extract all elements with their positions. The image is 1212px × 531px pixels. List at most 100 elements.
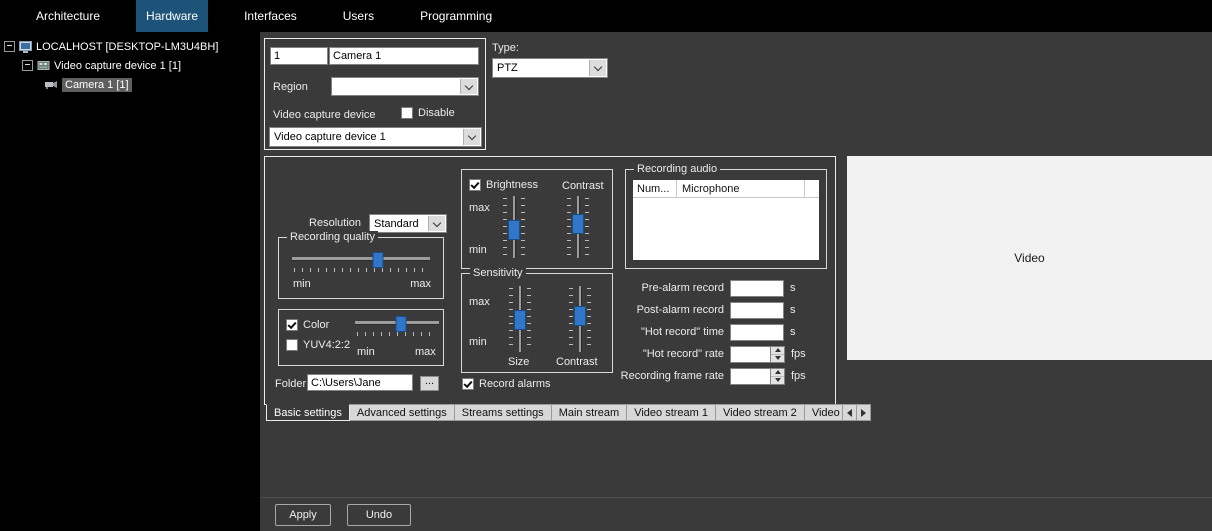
- capture-device-select[interactable]: Video capture device 1: [269, 127, 482, 147]
- hot-record-rate-field[interactable]: [730, 346, 771, 363]
- type-select[interactable]: PTZ: [492, 58, 608, 78]
- disable-checkbox[interactable]: [401, 107, 413, 119]
- footer-divider: [260, 497, 1212, 498]
- resolution-select[interactable]: Standard: [369, 214, 447, 233]
- slider-thumb[interactable]: [572, 214, 584, 234]
- tab-video-stream-2[interactable]: Video stream 2: [716, 404, 805, 421]
- browse-button[interactable]: ...: [420, 376, 439, 391]
- pre-alarm-record-field[interactable]: [730, 280, 784, 297]
- region-select[interactable]: [331, 77, 479, 96]
- recording-audio-group: Recording audio Num... Microphone: [625, 169, 827, 269]
- tab-interfaces[interactable]: Interfaces: [234, 0, 307, 32]
- settings-tabstrip: Basic settings Advanced settings Streams…: [266, 404, 871, 421]
- tab-advanced-settings[interactable]: Advanced settings: [350, 404, 455, 421]
- slider-thumb[interactable]: [372, 252, 383, 268]
- fps-unit-label: fps: [791, 348, 806, 360]
- tab-basic-settings[interactable]: Basic settings: [266, 404, 350, 421]
- seconds-unit-label: s: [790, 304, 796, 316]
- tab-users[interactable]: Users: [333, 0, 384, 32]
- post-alarm-record-label: Post-alarm record: [619, 304, 724, 316]
- region-label: Region: [273, 81, 308, 93]
- slider-ticks: [503, 198, 507, 256]
- chevron-down-icon[interactable]: [463, 129, 480, 145]
- color-checkbox[interactable]: [286, 319, 298, 331]
- tab-streams-settings[interactable]: Streams settings: [455, 404, 552, 421]
- folder-field[interactable]: [307, 374, 413, 391]
- camera-id-field[interactable]: [270, 47, 328, 65]
- spinner-down-icon[interactable]: [771, 377, 784, 384]
- slider-thumb[interactable]: [508, 220, 520, 240]
- brightness-contrast-group: Brightness Contrast max min: [461, 169, 613, 269]
- slider-ticks: [357, 332, 437, 336]
- recording-audio-table[interactable]: Num... Microphone: [633, 180, 819, 260]
- max-label: max: [415, 346, 436, 358]
- hot-record-rate-spinner: [771, 346, 785, 363]
- apply-button[interactable]: Apply: [275, 504, 331, 526]
- tab-architecture[interactable]: Architecture: [26, 0, 110, 32]
- sensitivity-group: Sensitivity max min Size Contrast: [461, 273, 613, 373]
- yuv-checkbox[interactable]: [286, 339, 298, 351]
- video-preview-panel: Video: [847, 156, 1212, 360]
- spinner-down-icon[interactable]: [771, 355, 784, 362]
- tree-item-localhost[interactable]: LOCALHOST [DESKTOP-LM3U4BH]: [0, 37, 260, 56]
- audio-col-num[interactable]: Num...: [633, 180, 677, 197]
- tab-scroll-right-icon[interactable]: [857, 404, 871, 421]
- record-alarms-row: Record alarms: [462, 378, 551, 390]
- post-alarm-record-field[interactable]: [730, 302, 784, 319]
- capture-device-value: Video capture device 1: [274, 131, 386, 143]
- spinner-up-icon[interactable]: [771, 347, 784, 355]
- browse-label: ...: [425, 375, 434, 387]
- contrast-slider[interactable]: [566, 196, 590, 258]
- tree-item-capture-device[interactable]: Video capture device 1 [1]: [0, 56, 260, 75]
- audio-col-microphone[interactable]: Microphone: [677, 180, 805, 197]
- recording-quality-group: Recording quality min max: [278, 237, 444, 299]
- brightness-slider[interactable]: [502, 196, 526, 258]
- recording-quality-slider[interactable]: [292, 252, 430, 272]
- max-label: max: [469, 202, 490, 214]
- hot-record-time-field[interactable]: [730, 324, 784, 341]
- brightness-checkbox[interactable]: [469, 179, 481, 191]
- color-label: Color: [303, 319, 329, 331]
- post-alarm-record-row: Post-alarm record s: [619, 301, 796, 319]
- spinner-up-icon[interactable]: [771, 369, 784, 377]
- slider-thumb[interactable]: [574, 306, 586, 326]
- brightness-checkbox-row: Brightness: [469, 179, 538, 191]
- slider-track: [292, 257, 430, 261]
- tab-programming[interactable]: Programming: [410, 0, 502, 32]
- slider-ticks: [569, 288, 573, 350]
- slider-thumb[interactable]: [514, 310, 526, 330]
- color-group: Color YUV4:2:2 min max: [278, 309, 444, 366]
- pre-alarm-record-label: Pre-alarm record: [619, 282, 724, 294]
- slider-thumb[interactable]: [396, 316, 407, 332]
- undo-button[interactable]: Undo: [347, 504, 411, 526]
- tab-hardware[interactable]: Hardware: [136, 0, 208, 32]
- tab-video-stream-1[interactable]: Video stream 1: [627, 404, 716, 421]
- camera-name-field[interactable]: [329, 47, 479, 65]
- chevron-down-icon[interactable]: [428, 216, 445, 231]
- hot-record-rate-label: "Hot record" rate: [619, 348, 724, 360]
- recording-frame-rate-field[interactable]: [730, 368, 771, 385]
- seconds-unit-label: s: [790, 326, 796, 338]
- record-alarms-checkbox[interactable]: [462, 378, 474, 390]
- tree-item-camera[interactable]: Camera 1 [1]: [0, 75, 260, 94]
- resolution-label: Resolution: [273, 217, 361, 229]
- type-value: PTZ: [497, 62, 518, 74]
- chevron-down-icon[interactable]: [589, 60, 606, 76]
- tab-main-stream[interactable]: Main stream: [552, 404, 628, 421]
- recording-quality-title: Recording quality: [287, 231, 378, 243]
- collapse-icon[interactable]: [22, 60, 33, 71]
- color-slider[interactable]: [355, 316, 439, 336]
- collapse-icon[interactable]: [4, 41, 15, 52]
- size-label: Size: [508, 356, 529, 368]
- tab-video-truncated[interactable]: Video: [805, 404, 843, 421]
- sensitivity-contrast-slider[interactable]: [568, 286, 592, 352]
- chevron-down-icon[interactable]: [460, 79, 477, 94]
- recording-audio-title: Recording audio: [634, 163, 720, 175]
- folder-label: Folder: [275, 378, 306, 390]
- tree-item-label: LOCALHOST [DESKTOP-LM3U4BH]: [36, 41, 218, 53]
- camera-identity-panel: Region Video capture device Disable Vide…: [264, 38, 486, 150]
- min-label: min: [293, 278, 311, 290]
- sensitivity-size-slider[interactable]: [508, 286, 532, 352]
- tab-scroll-left-icon[interactable]: [843, 404, 857, 421]
- type-label: Type:: [492, 42, 519, 54]
